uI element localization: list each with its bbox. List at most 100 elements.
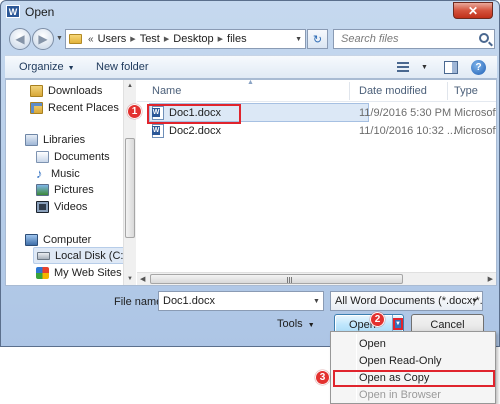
step-2-callout: 2 [370,312,385,327]
column-divider[interactable] [349,82,350,100]
search-icon [479,33,489,43]
organize-label: Organize [19,61,64,73]
column-divider[interactable] [447,82,448,100]
chevron-down-icon: ▼ [67,65,75,72]
chevron-down-icon: ▼ [307,322,315,329]
music-icon: ♪ [36,165,43,181]
nav-item-label: Pictures [54,183,94,196]
file-name-value: Doc1.docx [163,295,215,307]
open-options-dropdown-icon[interactable]: ▼ [393,318,403,330]
nav-item-documents[interactable]: Documents [36,148,110,165]
breadcrumb-separator-icon[interactable]: ▶ [164,35,169,43]
folder-icon [69,34,82,44]
scroll-left-icon[interactable]: ◀ [140,275,145,283]
content-area: Downloads Recent Places Libraries Docume… [5,79,497,286]
search-placeholder: Search files [341,33,399,45]
search-input[interactable]: Search files [333,29,495,49]
open-options-menu: Open Open Read-Only Open as Copy Open in… [330,331,496,404]
file-name-history-dropdown-icon[interactable]: ▼ [313,298,320,305]
scroll-down-icon[interactable]: ▼ [127,276,133,282]
close-button[interactable]: ✕ [453,2,493,19]
menu-item-open-in-browser: Open in Browser [359,389,441,401]
tools-label: Tools [277,318,303,330]
nav-item-label: Local Disk (C:) [55,249,128,262]
breadcrumb-separator-icon[interactable]: ▶ [218,35,223,43]
nav-item-libraries[interactable]: Libraries [25,131,85,148]
navigation-pane: Downloads Recent Places Libraries Docume… [6,80,136,285]
file-list: ▲ Name Date modified Type Doc1.docx 11/9… [137,80,496,285]
address-dropdown-icon[interactable]: ▼ [295,36,302,43]
column-header-type[interactable]: Type [454,85,478,97]
recent-places-icon [30,101,43,114]
command-toolbar: Organize ▼ New folder ▼ ? [5,55,497,79]
back-arrow-icon: ◀ [15,32,25,46]
file-name: Doc2.docx [169,125,221,137]
sort-ascending-icon: ▲ [247,80,254,86]
table-row[interactable]: Doc2.docx 11/10/2016 10:32 ... Microsoft [137,123,496,140]
file-type: Microsoft [454,107,496,119]
file-name-field[interactable]: Doc1.docx [158,291,324,311]
title-bar[interactable]: W Open ✕ [1,1,499,23]
highlight-box-open-as-copy [333,370,495,387]
file-type: Microsoft [454,125,496,137]
file-date-modified: 11/10/2016 10:32 ... [359,125,457,137]
breadcrumb-desktop[interactable]: Desktop [173,33,213,45]
file-date-modified: 11/9/2016 5:30 PM [359,107,452,119]
scroll-right-icon[interactable]: ▶ [488,275,493,283]
nav-item-music[interactable]: ♪ Music [36,165,80,182]
help-icon[interactable]: ? [471,60,486,75]
pictures-icon [36,183,49,196]
nav-item-recent-places[interactable]: Recent Places [30,99,119,116]
forward-button[interactable]: ▶ [32,28,54,50]
recent-locations-dropdown-icon[interactable]: ▼ [56,35,63,42]
horizontal-scrollbar[interactable]: ◀ ▶ [137,272,496,285]
file-type-select[interactable]: All Word Documents (*.docx;*.d ▼ [330,291,483,311]
scrollbar-thumb[interactable] [125,138,135,238]
preview-pane-icon[interactable] [444,61,458,74]
libraries-icon [25,133,38,146]
refresh-button[interactable]: ↻ [307,29,328,49]
column-header-name[interactable]: Name [152,85,181,97]
change-view-icon[interactable] [397,62,409,73]
column-headers: ▲ Name Date modified Type [137,80,496,102]
nav-item-computer[interactable]: Computer [25,231,91,248]
nav-item-pictures[interactable]: Pictures [36,181,94,198]
breadcrumb-test[interactable]: Test [140,33,160,45]
forward-arrow-icon: ▶ [38,32,48,46]
nav-item-videos[interactable]: Videos [36,198,87,215]
breadcrumb-separator-icon[interactable]: ▶ [130,35,135,43]
nav-item-label: Videos [54,200,88,213]
open-dialog-window: W Open ✕ ◀ ▶ ▼ « Users ▶ Test ▶ Desktop … [0,0,500,347]
word-app-icon: W [6,5,20,18]
documents-icon [36,150,49,163]
nav-item-label: Downloads [48,84,103,97]
nav-item-my-web-sites[interactable]: My Web Sites on [36,264,136,281]
computer-icon [25,233,38,246]
nav-item-label: Documents [54,150,110,163]
scrollbar-thumb[interactable] [150,274,403,284]
file-type-value: All Word Documents (*.docx;*.d [335,295,483,307]
nav-item-downloads[interactable]: Downloads [30,82,102,99]
step-3-callout: 3 [315,370,330,385]
scroll-up-icon[interactable]: ▲ [127,83,133,89]
organize-button[interactable]: Organize ▼ [19,61,75,73]
chevron-down-icon: ▼ [471,298,478,305]
disk-icon [37,251,50,260]
nav-item-label: Music [51,167,80,180]
nav-item-local-disk[interactable]: Local Disk (C:) [33,247,128,264]
breadcrumb-overflow-icon[interactable]: « [88,34,94,45]
new-folder-button[interactable]: New folder [96,61,149,73]
view-options-dropdown-icon[interactable]: ▼ [421,64,428,71]
menu-item-open[interactable]: Open [333,336,493,353]
downloads-icon [30,84,43,97]
back-button[interactable]: ◀ [9,28,31,50]
web-sites-icon [36,266,49,279]
menu-item-open-read-only[interactable]: Open Read-Only [333,353,493,370]
breadcrumb-users[interactable]: Users [98,33,127,45]
address-bar[interactable]: « Users ▶ Test ▶ Desktop ▶ files ▼ [65,29,306,49]
breadcrumb-files[interactable]: files [227,33,247,45]
word-document-icon [152,124,164,138]
scrollbar-grip [287,277,293,283]
column-header-date-modified[interactable]: Date modified [359,85,427,97]
tools-button[interactable]: Tools ▼ [277,318,315,330]
